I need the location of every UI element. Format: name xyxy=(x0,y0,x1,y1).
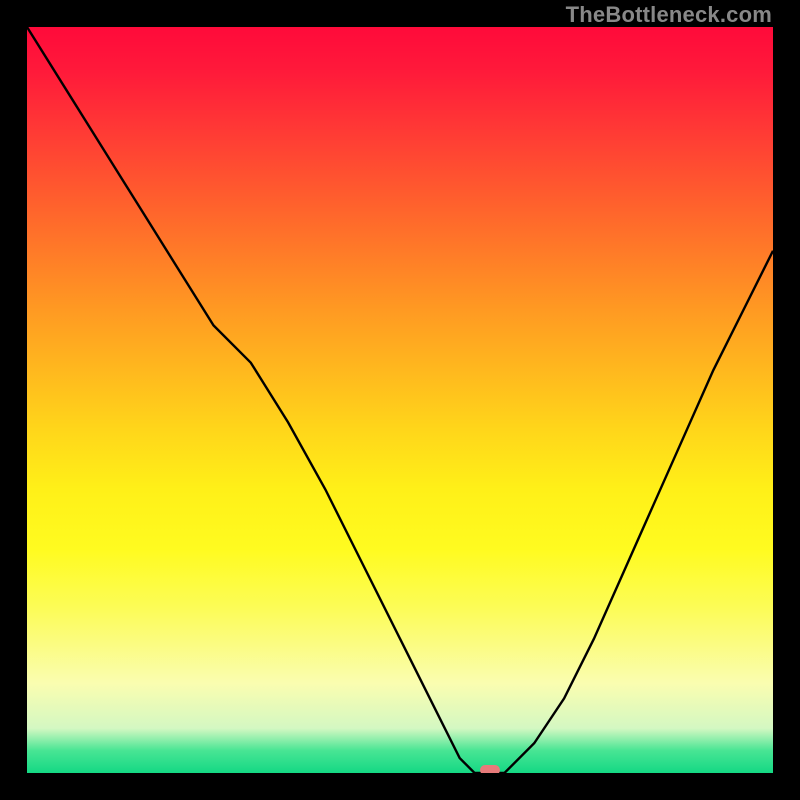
plot-area xyxy=(27,27,773,773)
bottleneck-curve xyxy=(27,27,773,773)
attribution-text: TheBottleneck.com xyxy=(566,2,772,28)
curve-layer xyxy=(27,27,773,773)
chart-frame: TheBottleneck.com xyxy=(0,0,800,800)
optimal-point-marker xyxy=(480,765,500,773)
